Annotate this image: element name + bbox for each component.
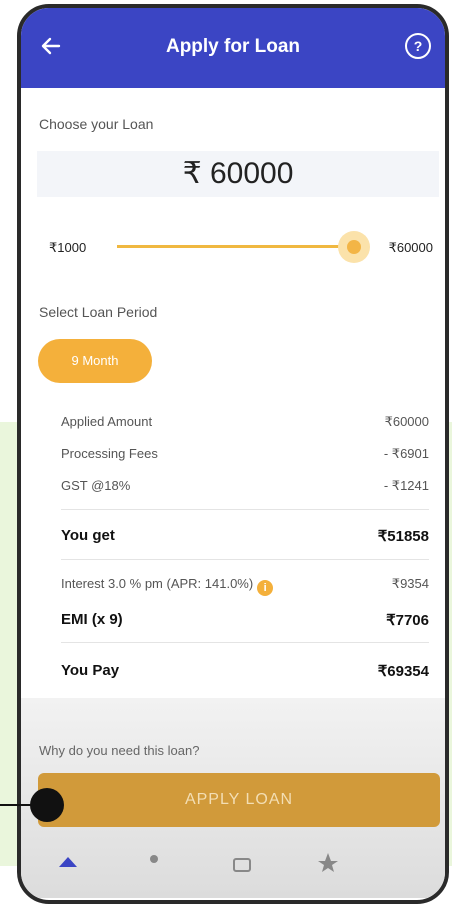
period-option-button[interactable]: 9 Month (38, 339, 152, 383)
profile-icon[interactable] (143, 851, 165, 873)
you-get-row: You get ₹51858 (61, 527, 429, 545)
annotation-line (0, 804, 34, 806)
emi-row: EMI (x 9) ₹7706 (61, 611, 429, 629)
applied-amount-value: ₹60000 (384, 414, 429, 429)
slider-max-label: ₹60000 (388, 240, 433, 255)
wallet-icon[interactable] (231, 851, 253, 873)
divider (61, 559, 429, 560)
loan-period-label: Select Loan Period (39, 304, 158, 320)
gst-row: GST @18% - ₹1241 (61, 478, 429, 493)
you-pay-row: You Pay ₹69354 (61, 662, 429, 680)
slider-track[interactable] (117, 245, 353, 248)
emi-value: ₹7706 (386, 612, 429, 629)
slider-min-label: ₹1000 (49, 240, 87, 255)
processing-fees-row: Processing Fees - ₹6901 (61, 446, 429, 461)
page-title: Apply for Loan (165, 36, 301, 57)
help-icon[interactable]: ? (405, 33, 431, 59)
gst-value: - ₹1241 (383, 478, 429, 493)
apply-loan-button[interactable]: APPLY LOAN (38, 773, 440, 827)
phone-frame: Apply for Loan ? Choose your Loan ₹ 6000… (17, 4, 449, 904)
processing-fees-value: - ₹6901 (383, 446, 429, 461)
interest-value: ₹9354 (391, 576, 429, 591)
you-get-value: ₹51858 (377, 528, 429, 545)
gst-label: GST @18% (61, 478, 131, 493)
you-pay-label: You Pay (61, 662, 120, 679)
processing-fees-label: Processing Fees (61, 446, 158, 461)
interest-row: Interest 3.0 % pm (APR: 141.0%) i ₹9354 (61, 576, 429, 596)
slider-thumb-dot (347, 240, 361, 254)
divider (61, 509, 429, 510)
loan-amount-display: ₹ 60000 (37, 151, 439, 197)
divider (61, 642, 429, 643)
applied-amount-label: Applied Amount (61, 414, 153, 429)
you-get-label: You get (61, 527, 115, 544)
info-icon[interactable]: i (257, 580, 274, 596)
applied-amount-row: Applied Amount ₹60000 (61, 414, 429, 429)
interest-label: Interest 3.0 % pm (APR: 141.0%) (61, 576, 254, 591)
star-icon[interactable] (317, 851, 339, 873)
home-icon[interactable] (57, 851, 79, 873)
app-bar: Apply for Loan ? (21, 8, 445, 88)
annotation-dot (30, 788, 64, 822)
you-pay-value: ₹69354 (377, 663, 429, 680)
choose-loan-label: Choose your Loan (39, 116, 154, 132)
loan-reason-prompt[interactable]: Why do you need this loan? (39, 743, 199, 758)
slider-thumb[interactable] (338, 231, 370, 263)
emi-label: EMI (x 9) (61, 611, 123, 628)
